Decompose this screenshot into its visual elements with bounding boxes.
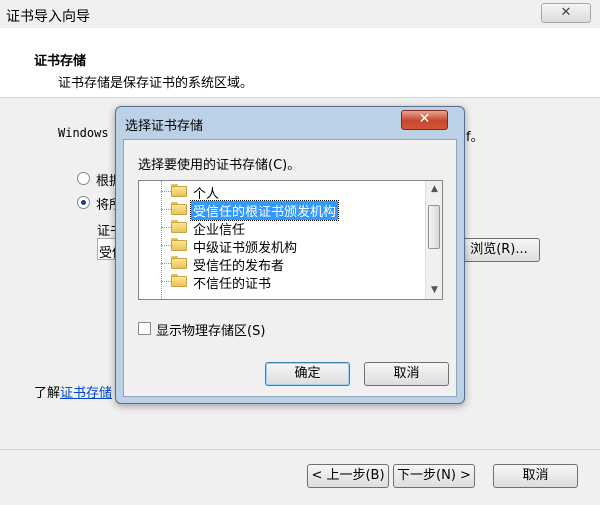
folder-icon: [171, 238, 187, 251]
folder-icon: [171, 184, 187, 197]
dialog-body: 选择要使用的证书存储(C)。 个人 受信任的根证书颁发机构 企业信任 中级证书颁…: [123, 139, 457, 397]
tree-item-trusted-publishers[interactable]: 受信任的发布者: [139, 254, 421, 274]
dialog-close-button[interactable]: ✕: [401, 110, 448, 130]
select-certificate-store-dialog: 选择证书存储 ✕ 选择要使用的证书存储(C)。 个人 受信任的根证书颁发机构 企…: [115, 106, 465, 404]
browse-button[interactable]: 浏览(R)...: [458, 238, 540, 262]
tree-item-personal[interactable]: 个人: [139, 182, 421, 202]
dialog-title: 选择证书存储: [125, 119, 204, 134]
page-subtitle: 证书存储是保存证书的系统区域。: [58, 76, 254, 91]
learn-more-link[interactable]: 证书存储: [60, 382, 112, 401]
show-physical-stores-checkbox[interactable]: [138, 322, 151, 335]
tree-scrollbar[interactable]: ▲ ▼: [425, 181, 442, 299]
footer-divider: [0, 449, 600, 450]
wizard-description-end: f。: [466, 130, 484, 145]
folder-icon: [171, 274, 187, 287]
scrollbar-thumb[interactable]: [428, 205, 440, 249]
tree-item-label: 不信任的证书: [193, 277, 272, 292]
page-title: 证书存储: [34, 54, 87, 69]
store-field[interactable]: 受信: [97, 238, 125, 261]
tree-item-intermediate-ca[interactable]: 中级证书颁发机构: [139, 236, 421, 256]
wizard-close-button[interactable]: ✕: [541, 3, 591, 23]
tree-item-untrusted-certificates[interactable]: 不信任的证书: [139, 272, 421, 292]
radio-auto-select-store[interactable]: [77, 172, 90, 185]
folder-icon: [171, 256, 187, 269]
wizard-cancel-button[interactable]: 取消: [493, 464, 578, 488]
tree-item-trusted-root[interactable]: 受信任的根证书颁发机构: [139, 200, 421, 221]
tree-item-enterprise-trust[interactable]: 企业信任: [139, 218, 421, 238]
certificate-store-tree[interactable]: 个人 受信任的根证书颁发机构 企业信任 中级证书颁发机构 受信任的发布者 不信任…: [138, 180, 443, 300]
dialog-prompt: 选择要使用的证书存储(C)。: [138, 158, 301, 173]
ok-button[interactable]: 确定: [265, 362, 350, 386]
wizard-description-start: Windows: [58, 126, 109, 140]
back-button[interactable]: < 上一步(B): [307, 464, 389, 488]
wizard-title: 证书导入向导: [6, 9, 90, 25]
scroll-down-icon[interactable]: ▼: [426, 282, 442, 299]
learn-more-prefix: 了解: [34, 386, 61, 401]
radio-place-in-store[interactable]: [77, 196, 90, 209]
scroll-up-icon[interactable]: ▲: [426, 181, 442, 198]
dialog-cancel-button[interactable]: 取消: [364, 362, 449, 386]
show-physical-stores-label: 显示物理存储区(S): [156, 324, 266, 339]
folder-icon: [171, 202, 187, 215]
wizard-header: 证书存储 证书存储是保存证书的系统区域。: [0, 28, 600, 98]
next-button[interactable]: 下一步(N) >: [393, 464, 475, 488]
folder-icon: [171, 220, 187, 233]
